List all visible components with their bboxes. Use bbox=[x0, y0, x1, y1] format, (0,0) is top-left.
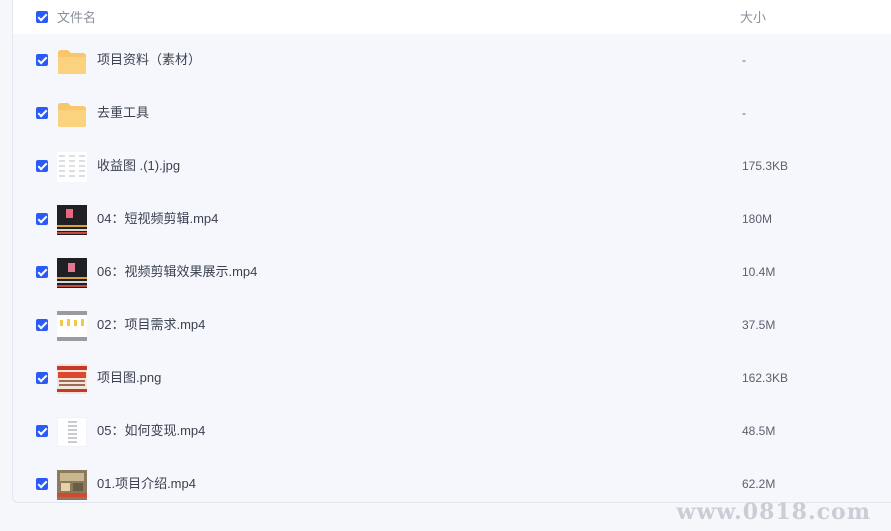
file-size: 162.3KB bbox=[742, 371, 789, 385]
row-checkbox[interactable] bbox=[36, 107, 48, 119]
folder-icon bbox=[57, 99, 87, 129]
file-size: - bbox=[742, 53, 746, 67]
file-size: - bbox=[742, 106, 746, 120]
file-size: 10.4M bbox=[742, 265, 776, 279]
select-all-checkbox[interactable] bbox=[36, 11, 48, 23]
video-thumbnail bbox=[57, 311, 87, 341]
image-thumbnail bbox=[57, 152, 87, 182]
file-name[interactable]: 04：短视频剪辑.mp4 bbox=[97, 211, 218, 227]
image-thumbnail bbox=[57, 364, 87, 394]
watermark: www.0818.com bbox=[676, 499, 871, 525]
file-list-header: 文件名 大小 bbox=[13, 0, 891, 34]
column-header-size[interactable]: 大小 bbox=[740, 10, 766, 26]
file-name[interactable]: 项目图.png bbox=[97, 370, 161, 386]
file-name[interactable]: 收益图 .(1).jpg bbox=[97, 158, 180, 174]
row-checkbox[interactable] bbox=[36, 266, 48, 278]
file-row[interactable]: 项目资料（素材） - bbox=[13, 34, 891, 87]
column-header-name[interactable]: 文件名 bbox=[57, 10, 96, 26]
file-size: 48.5M bbox=[742, 424, 776, 438]
video-thumbnail bbox=[57, 470, 87, 500]
row-checkbox[interactable] bbox=[36, 425, 48, 437]
file-row[interactable]: 05：如何变现.mp4 48.5M bbox=[13, 405, 891, 458]
file-size: 180M bbox=[742, 212, 773, 226]
file-size: 37.5M bbox=[742, 318, 776, 332]
row-checkbox[interactable] bbox=[36, 478, 48, 490]
folder-icon bbox=[57, 46, 87, 76]
row-checkbox[interactable] bbox=[36, 160, 48, 172]
file-name[interactable]: 项目资料（素材） bbox=[97, 52, 201, 68]
row-checkbox[interactable] bbox=[36, 213, 48, 225]
video-thumbnail bbox=[57, 205, 87, 235]
file-name[interactable]: 02：项目需求.mp4 bbox=[97, 317, 205, 333]
file-row[interactable]: 去重工具 - bbox=[13, 87, 891, 140]
file-name[interactable]: 06：视频剪辑效果展示.mp4 bbox=[97, 264, 257, 280]
file-row[interactable]: 04：短视频剪辑.mp4 180M bbox=[13, 193, 891, 246]
row-checkbox[interactable] bbox=[36, 319, 48, 331]
row-checkbox[interactable] bbox=[36, 54, 48, 66]
file-row[interactable]: 收益图 .(1).jpg 175.3KB bbox=[13, 140, 891, 193]
file-size: 175.3KB bbox=[742, 159, 789, 173]
file-list-panel: 文件名 大小 项目资料（素材） - 去重工具 - 收益图 .(1).jpg 17… bbox=[12, 0, 891, 503]
file-row[interactable]: 项目图.png 162.3KB bbox=[13, 352, 891, 405]
file-name[interactable]: 01.项目介绍.mp4 bbox=[97, 476, 196, 492]
video-thumbnail bbox=[56, 416, 88, 448]
file-row[interactable]: 06：视频剪辑效果展示.mp4 10.4M bbox=[13, 246, 891, 299]
file-name[interactable]: 05：如何变现.mp4 bbox=[97, 423, 205, 439]
file-row[interactable]: 02：项目需求.mp4 37.5M bbox=[13, 299, 891, 352]
file-size: 62.2M bbox=[742, 477, 776, 491]
video-thumbnail bbox=[57, 258, 87, 288]
file-name[interactable]: 去重工具 bbox=[97, 105, 149, 121]
row-checkbox[interactable] bbox=[36, 372, 48, 384]
